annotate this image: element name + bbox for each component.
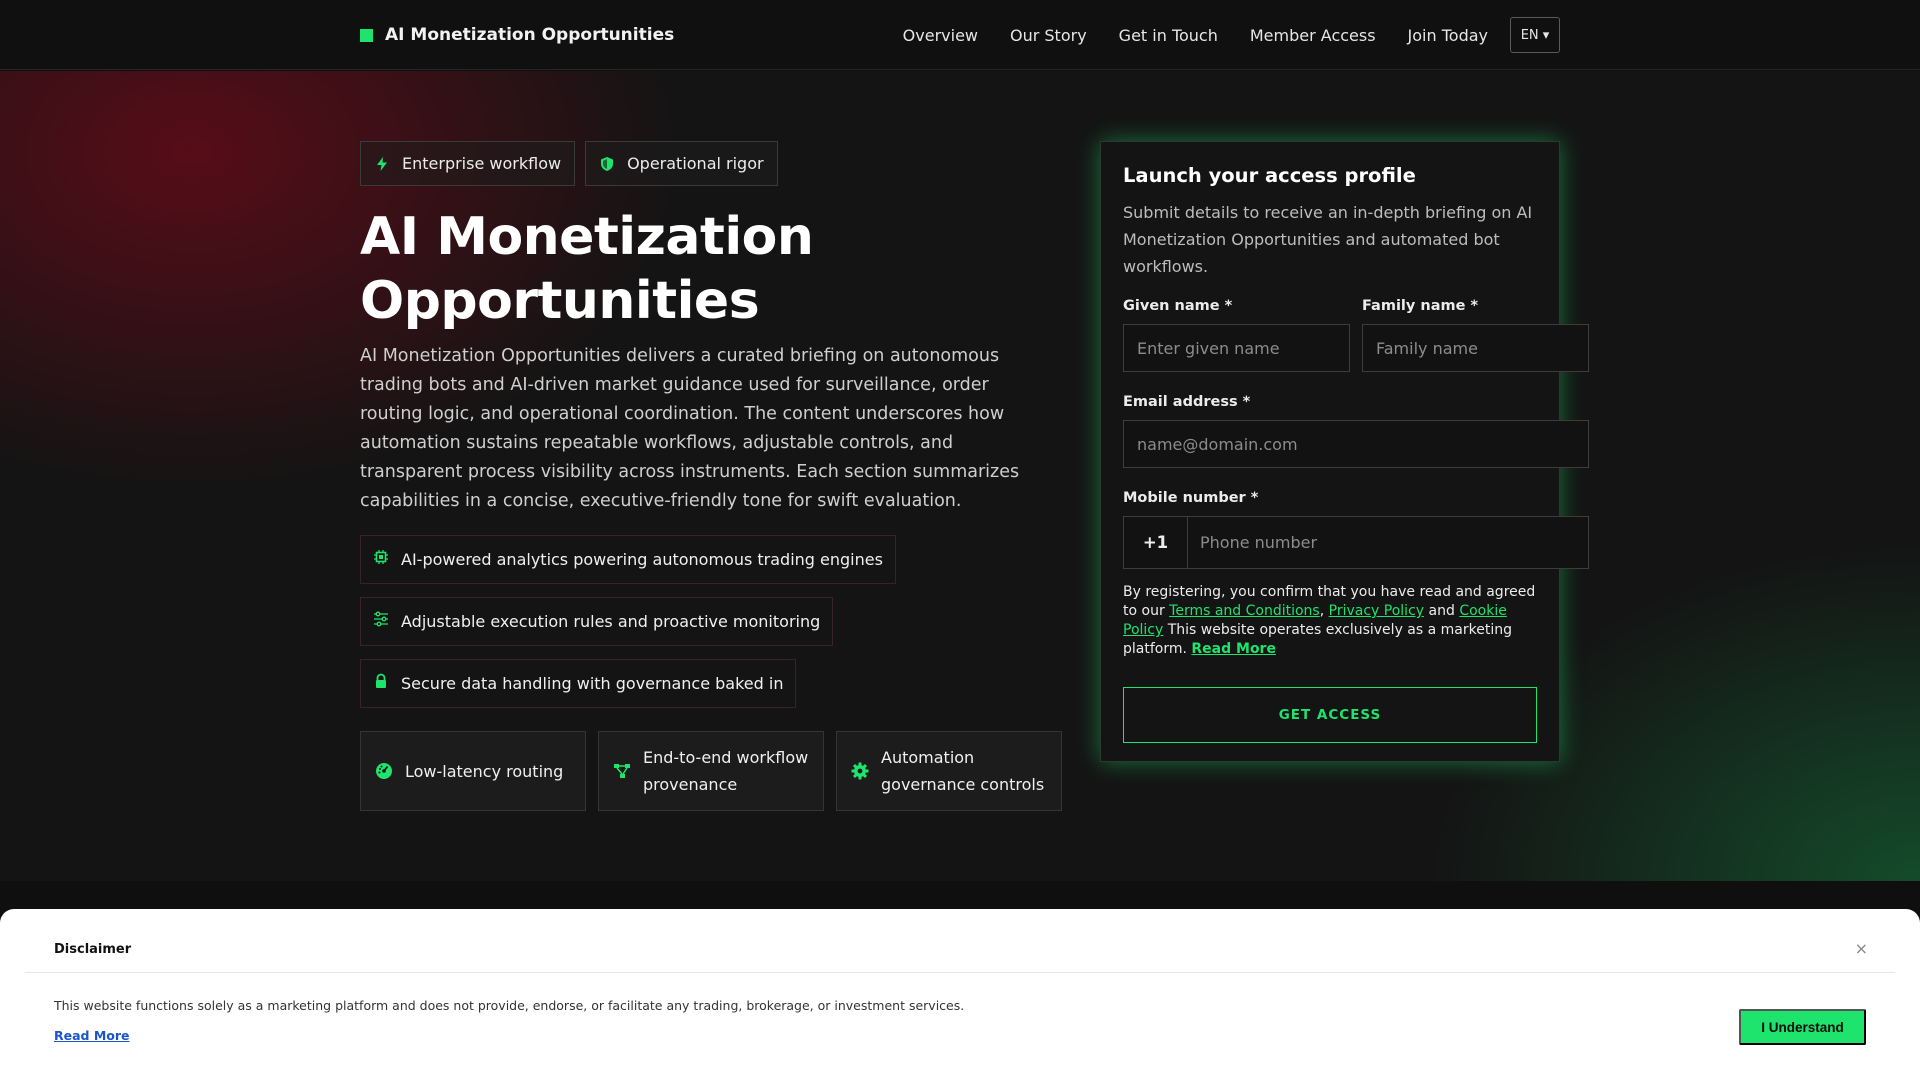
mobile-group: Mobile number * +1 — [1123, 490, 1589, 569]
understand-button[interactable]: I Understand — [1739, 1009, 1866, 1045]
disclaimer-text: This website functions solely as a marke… — [54, 998, 965, 1013]
feature-item: Adjustable execution rules and proactive… — [360, 597, 896, 659]
phone-field: +1 — [1123, 516, 1589, 569]
family-name-input[interactable] — [1362, 324, 1589, 372]
disclaimer-title: Disclaimer — [54, 942, 132, 957]
badge-label: Operational rigor — [627, 154, 764, 173]
nav-link-join-today[interactable]: Join Today — [1408, 26, 1488, 45]
flow-icon — [614, 764, 630, 778]
top-navbar: AI Monetization Opportunities Overview O… — [0, 0, 1920, 70]
country-code-selector[interactable]: +1 — [1124, 517, 1188, 568]
nav-link-overview[interactable]: Overview — [903, 26, 978, 45]
hero-badges: Enterprise workflow Operational rigor — [360, 141, 778, 186]
hero-description: AI Monetization Opportunities delivers a… — [360, 346, 1020, 511]
disclaimer-read-more-link[interactable]: Read More — [54, 1028, 130, 1043]
family-name-label: Family name * — [1362, 298, 1479, 314]
tile-low-latency: Low-latency routing — [360, 731, 586, 811]
feature-label: AI-powered analytics powering autonomous… — [401, 550, 883, 569]
form-title: Launch your access profile — [1123, 164, 1416, 187]
feature-label: Secure data handling with governance bak… — [401, 674, 784, 693]
badge-operational-rigor: Operational rigor — [585, 141, 778, 186]
tile-label: Low-latency routing — [405, 761, 564, 781]
consent-text: By registering, you confirm that you hav… — [1123, 584, 1536, 657]
get-access-button[interactable]: GET ACCESS — [1123, 687, 1537, 743]
access-form-card: Launch your access profile Submit detail… — [1100, 141, 1589, 762]
close-icon[interactable]: × — [1855, 939, 1868, 958]
nav-link-member-access[interactable]: Member Access — [1250, 26, 1376, 45]
tile-label: Automation governance controls — [881, 748, 1045, 794]
gauge-icon — [376, 763, 392, 779]
email-input[interactable] — [1123, 420, 1589, 468]
feature-item: Secure data handling with governance bak… — [360, 659, 896, 721]
feature-list: AI-powered analytics powering autonomous… — [360, 535, 896, 721]
consent-suffix: This website operates exclusively as a m… — [1123, 622, 1512, 657]
brand-logo[interactable]: AI Monetization Opportunities — [360, 24, 674, 46]
nav-links: Overview Our Story Get in Touch Member A… — [871, 17, 1560, 53]
brand-square-icon — [360, 28, 373, 42]
nav-link-get-in-touch[interactable]: Get in Touch — [1119, 26, 1218, 45]
feature-label: Adjustable execution rules and proactive… — [401, 612, 821, 631]
bolt-icon — [377, 156, 387, 171]
badge-label: Enterprise workflow — [402, 154, 562, 173]
hero-title: AI Monetization Opportunities — [360, 207, 814, 331]
feature-item: AI-powered analytics powering autonomous… — [360, 535, 896, 597]
form-subtitle: Submit details to receive an in-depth br… — [1123, 203, 1533, 276]
name-row: Given name * Family name * — [1123, 298, 1589, 372]
phone-input[interactable] — [1188, 517, 1588, 568]
feature-analytics: AI-powered analytics powering autonomous… — [360, 535, 896, 584]
gear-icon — [851, 762, 869, 780]
disclaimer-divider — [25, 972, 1895, 973]
mobile-label: Mobile number * — [1123, 490, 1259, 506]
tile-governance-controls: Automation governance controls — [836, 731, 1062, 811]
email-label: Email address * — [1123, 394, 1251, 410]
privacy-link[interactable]: Privacy Policy — [1329, 603, 1424, 619]
capability-tiles: Low-latency routing End-to-end workflow … — [360, 731, 1062, 811]
nav-link-our-story[interactable]: Our Story — [1010, 26, 1087, 45]
read-more-link[interactable]: Read More — [1191, 641, 1276, 657]
given-name-input[interactable] — [1123, 324, 1350, 372]
and-text: and — [1428, 603, 1455, 619]
family-name-group: Family name * — [1362, 298, 1589, 372]
brand-name: AI Monetization Opportunities — [385, 25, 675, 45]
tile-label: End-to-end workflow provenance — [643, 748, 809, 794]
language-selector[interactable]: EN ▾ — [1510, 17, 1560, 53]
given-name-label: Given name * — [1123, 298, 1233, 314]
sliders-icon — [374, 611, 388, 626]
badge-enterprise-workflow: Enterprise workflow — [360, 141, 576, 186]
terms-link[interactable]: Terms and Conditions — [1169, 603, 1320, 619]
tile-workflow-provenance: End-to-end workflow provenance — [598, 731, 824, 811]
feature-secure-data: Secure data handling with governance bak… — [360, 659, 797, 708]
email-group: Email address * — [1123, 394, 1589, 468]
given-name-group: Given name * — [1123, 298, 1350, 372]
feature-execution-rules: Adjustable execution rules and proactive… — [360, 597, 834, 646]
lock-icon — [376, 673, 386, 688]
shield-icon — [601, 156, 614, 171]
chip-icon — [374, 549, 388, 564]
disclaimer-banner: Disclaimer × This website functions sole… — [0, 909, 1920, 1080]
